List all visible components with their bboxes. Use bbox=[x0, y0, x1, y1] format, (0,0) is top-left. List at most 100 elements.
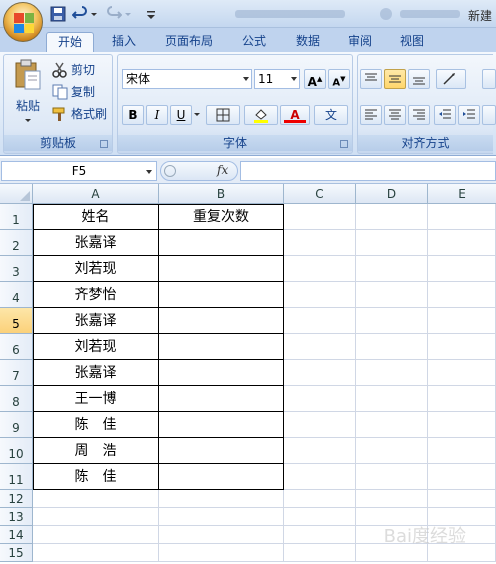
cell[interactable] bbox=[284, 256, 356, 282]
column-header-d[interactable]: D bbox=[356, 184, 428, 204]
cell[interactable] bbox=[284, 230, 356, 256]
cell[interactable] bbox=[428, 308, 496, 334]
cell[interactable]: 姓名 bbox=[33, 204, 159, 230]
cell[interactable] bbox=[159, 526, 284, 544]
row-header[interactable]: 5 bbox=[0, 308, 33, 334]
row-header[interactable]: 14 bbox=[0, 526, 33, 544]
cell[interactable]: 张嘉译 bbox=[33, 360, 159, 386]
column-header-c[interactable]: C bbox=[284, 184, 356, 204]
orientation-button[interactable] bbox=[436, 69, 466, 89]
bold-button[interactable]: B bbox=[122, 105, 144, 125]
cell[interactable] bbox=[159, 334, 284, 360]
cell[interactable]: 陈 佳 bbox=[33, 412, 159, 438]
cell[interactable]: 周 浩 bbox=[33, 438, 159, 464]
column-header-a[interactable]: A bbox=[33, 184, 159, 204]
row-header[interactable]: 15 bbox=[0, 544, 33, 562]
cell[interactable] bbox=[284, 490, 356, 508]
cell[interactable] bbox=[284, 204, 356, 230]
formula-grip-icon[interactable] bbox=[164, 165, 176, 177]
cell[interactable]: 张嘉译 bbox=[33, 230, 159, 256]
row-header[interactable]: 2 bbox=[0, 230, 33, 256]
paste-button[interactable]: 粘贴 bbox=[10, 59, 46, 131]
cell[interactable] bbox=[159, 256, 284, 282]
clipboard-dialog-launcher[interactable] bbox=[100, 140, 108, 148]
cell[interactable] bbox=[284, 386, 356, 412]
cell[interactable] bbox=[284, 508, 356, 526]
cell[interactable] bbox=[159, 438, 284, 464]
cell[interactable] bbox=[356, 230, 428, 256]
cell[interactable] bbox=[33, 544, 159, 562]
cell[interactable]: 陈 佳 bbox=[33, 464, 159, 490]
cell[interactable] bbox=[428, 230, 496, 256]
cell[interactable]: 齐梦怡 bbox=[33, 282, 159, 308]
name-box[interactable]: F5 bbox=[1, 161, 157, 181]
grow-font-button[interactable]: A▲ bbox=[304, 69, 326, 89]
cell[interactable] bbox=[284, 334, 356, 360]
merge-center-button[interactable] bbox=[482, 105, 496, 125]
cell[interactable] bbox=[356, 256, 428, 282]
underline-button[interactable]: U bbox=[170, 105, 192, 125]
office-button[interactable] bbox=[3, 2, 43, 42]
cell[interactable] bbox=[159, 464, 284, 490]
cell[interactable] bbox=[428, 282, 496, 308]
tab-data[interactable]: 数据 bbox=[288, 32, 328, 52]
cell[interactable] bbox=[159, 412, 284, 438]
row-header[interactable]: 13 bbox=[0, 508, 33, 526]
cell[interactable] bbox=[428, 412, 496, 438]
bottom-align-button[interactable] bbox=[408, 69, 430, 89]
cell[interactable] bbox=[356, 490, 428, 508]
cut-button[interactable]: 剪切 bbox=[52, 61, 95, 78]
cell[interactable] bbox=[284, 526, 356, 544]
tab-page-layout[interactable]: 页面布局 bbox=[158, 32, 220, 52]
cell[interactable]: 王一博 bbox=[33, 386, 159, 412]
cell[interactable]: 张嘉译 bbox=[33, 308, 159, 334]
cell[interactable] bbox=[356, 464, 428, 490]
cell[interactable] bbox=[284, 360, 356, 386]
underline-dropdown-icon[interactable] bbox=[193, 112, 201, 118]
borders-button[interactable] bbox=[206, 105, 240, 125]
row-header[interactable]: 1 bbox=[0, 204, 33, 230]
cell[interactable] bbox=[356, 386, 428, 412]
cell[interactable] bbox=[159, 308, 284, 334]
cell[interactable] bbox=[284, 438, 356, 464]
redo-icon[interactable] bbox=[106, 6, 122, 22]
tab-review[interactable]: 审阅 bbox=[340, 32, 380, 52]
cell[interactable] bbox=[428, 386, 496, 412]
tab-formulas[interactable]: 公式 bbox=[234, 32, 274, 52]
increase-indent-button[interactable] bbox=[458, 105, 480, 125]
row-header[interactable]: 8 bbox=[0, 386, 33, 412]
cell[interactable] bbox=[159, 544, 284, 562]
row-header[interactable]: 4 bbox=[0, 282, 33, 308]
cell[interactable] bbox=[356, 204, 428, 230]
cell[interactable] bbox=[33, 508, 159, 526]
cell[interactable] bbox=[33, 490, 159, 508]
copy-button[interactable]: 复制 bbox=[52, 83, 95, 100]
cell[interactable] bbox=[159, 490, 284, 508]
customize-qat-icon[interactable] bbox=[146, 6, 156, 22]
format-painter-button[interactable]: 格式刷 bbox=[52, 105, 107, 122]
row-header[interactable]: 10 bbox=[0, 438, 33, 464]
cell[interactable] bbox=[356, 282, 428, 308]
font-color-button[interactable]: A bbox=[280, 105, 310, 125]
select-all-corner[interactable] bbox=[0, 184, 33, 204]
formula-input[interactable] bbox=[240, 161, 496, 181]
cell[interactable] bbox=[159, 508, 284, 526]
align-center-button[interactable] bbox=[384, 105, 406, 125]
cell[interactable] bbox=[159, 230, 284, 256]
middle-align-button[interactable] bbox=[384, 69, 406, 89]
font-dialog-launcher[interactable] bbox=[340, 140, 348, 148]
wrap-text-button[interactable] bbox=[482, 69, 496, 89]
cell[interactable] bbox=[356, 412, 428, 438]
tab-home[interactable]: 开始 bbox=[46, 32, 94, 52]
cell[interactable] bbox=[284, 544, 356, 562]
cell[interactable]: 刘若现 bbox=[33, 256, 159, 282]
cell[interactable] bbox=[428, 334, 496, 360]
cell[interactable] bbox=[428, 256, 496, 282]
cell[interactable] bbox=[428, 490, 496, 508]
save-icon[interactable] bbox=[50, 6, 66, 22]
font-size-select[interactable]: 11 bbox=[254, 69, 300, 89]
cell[interactable] bbox=[428, 464, 496, 490]
fill-color-button[interactable] bbox=[244, 105, 278, 125]
font-name-select[interactable]: 宋体 bbox=[122, 69, 252, 89]
row-header[interactable]: 12 bbox=[0, 490, 33, 508]
